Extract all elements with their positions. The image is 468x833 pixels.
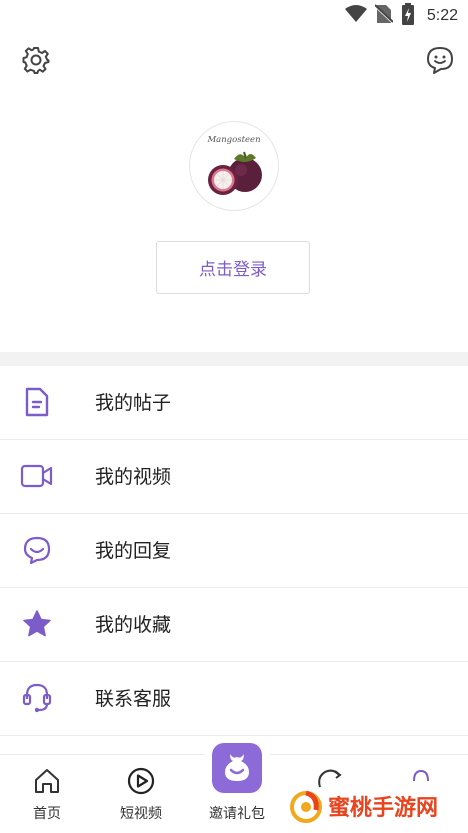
menu-list: 我的帖子 我的视频 我的回复 我的收藏 联系客服 xyxy=(0,366,468,736)
status-time: 5:22 xyxy=(426,7,458,24)
menu-item-label: 我的视频 xyxy=(95,466,172,488)
menu-item-label: 我的回复 xyxy=(95,540,172,562)
tab-label: 邀请礼包 xyxy=(209,806,265,822)
login-button[interactable]: 点击登录 xyxy=(156,241,310,294)
avatar-text: Mangosteen xyxy=(206,135,260,145)
headset-icon xyxy=(20,681,54,715)
gear-icon xyxy=(21,45,51,79)
menu-item-label: 联系客服 xyxy=(95,688,172,710)
status-bar: 5:22 xyxy=(0,0,468,32)
play-circle-icon xyxy=(125,765,157,797)
watermark-logo-icon xyxy=(290,790,322,823)
document-icon xyxy=(20,385,54,419)
tab-short-video[interactable]: 短视频 xyxy=(94,755,188,833)
status-icons: 5:22 xyxy=(344,3,458,29)
home-icon xyxy=(31,765,63,797)
wifi-icon xyxy=(344,5,367,27)
settings-button[interactable] xyxy=(18,44,54,80)
messages-button[interactable] xyxy=(422,44,458,80)
chat-bubble-smile-icon xyxy=(424,45,456,79)
menu-item-label: 我的收藏 xyxy=(95,614,172,636)
menu-item-my-videos[interactable]: 我的视频 xyxy=(0,440,468,514)
battery-icon xyxy=(401,3,415,29)
tab-label: 首页 xyxy=(33,806,61,822)
star-icon xyxy=(20,607,54,641)
tab-home[interactable]: 首页 xyxy=(0,755,94,833)
avatar[interactable]: Mangosteen xyxy=(189,121,279,211)
no-sim-icon xyxy=(374,4,394,28)
menu-item-my-replies[interactable]: 我的回复 xyxy=(0,514,468,588)
section-divider xyxy=(0,352,468,366)
watermark: 蜜桃手游网 xyxy=(288,786,458,828)
video-camera-icon xyxy=(20,459,54,493)
watermark-text: 蜜桃手游网 xyxy=(328,795,438,821)
chat-smile-icon xyxy=(20,533,54,567)
menu-item-my-posts[interactable]: 我的帖子 xyxy=(0,366,468,440)
menu-item-my-favorites[interactable]: 我的收藏 xyxy=(0,588,468,662)
menu-item-customer-service[interactable]: 联系客服 xyxy=(0,662,468,736)
tab-label: 短视频 xyxy=(120,806,162,822)
tab-invite-gift[interactable] xyxy=(212,743,262,793)
menu-item-label: 我的帖子 xyxy=(95,392,172,414)
gift-bag-icon xyxy=(219,748,255,788)
